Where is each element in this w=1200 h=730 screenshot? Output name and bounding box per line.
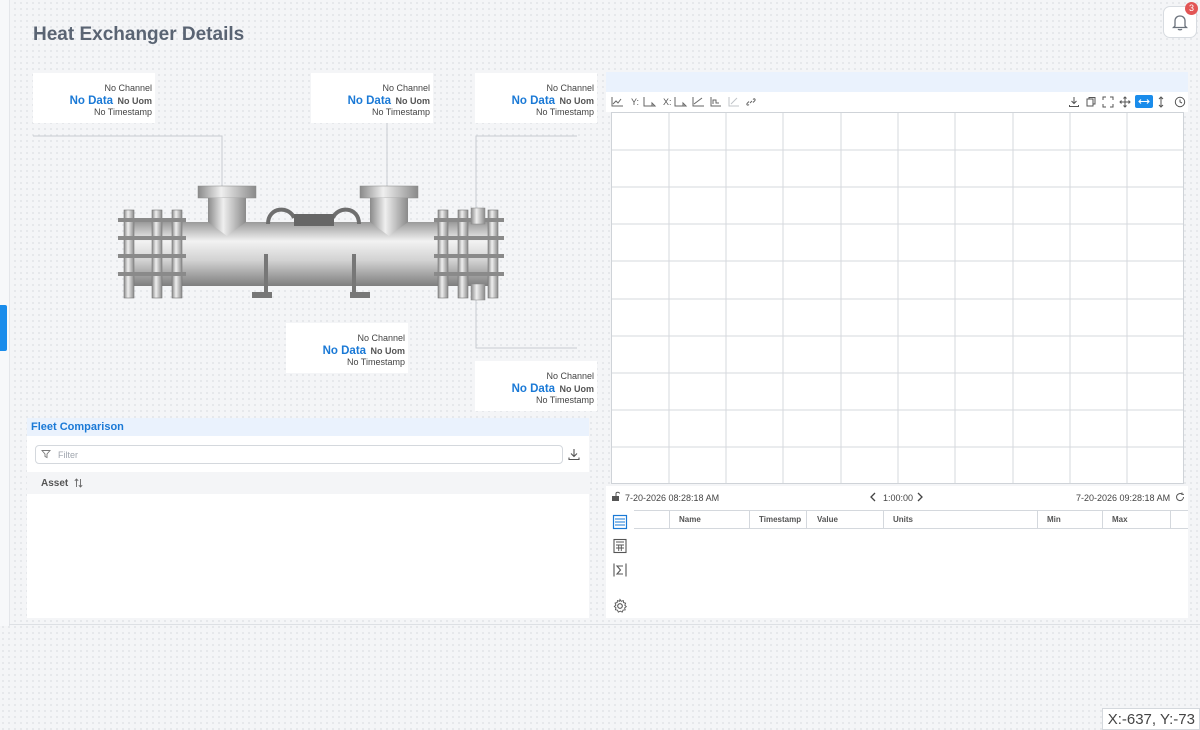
asset-column-label: Asset [41, 478, 69, 489]
sensor-callout[interactable]: No Channel No Data No Uom No Timestamp [311, 73, 433, 123]
fleet-comparison-title: Fleet Comparison [31, 421, 124, 433]
expand-line-icon[interactable] [728, 96, 740, 108]
interval-label[interactable]: 1:00:00 [883, 493, 913, 503]
column-header-units[interactable]: Units [893, 515, 913, 524]
uom-label: No Uom [559, 384, 595, 394]
timestamp-label: No Timestamp [93, 107, 152, 117]
channel-table-header: Name Timestamp Value Units Min Max [634, 510, 1188, 529]
step-chart-icon[interactable] [710, 96, 722, 108]
horizontal-arrows-icon [1138, 99, 1150, 104]
asset-column-header [27, 472, 589, 494]
uom-label: No Uom [559, 96, 595, 106]
sensor-callout[interactable]: No Channel No Data No Uom No Timestamp [286, 323, 408, 373]
end-time-label[interactable]: 7-20-2026 09:28:18 AM [1076, 493, 1170, 503]
bell-icon [1172, 15, 1188, 31]
channel-label: No Channel [357, 333, 405, 343]
timestamp-label: No Timestamp [535, 107, 594, 117]
channel-label: No Channel [546, 371, 594, 381]
sensor-callout[interactable]: No Channel No Data No Uom No Timestamp [33, 73, 155, 123]
uom-label: No Uom [117, 96, 153, 106]
pan-icon[interactable] [1119, 96, 1131, 108]
zoom-x-button[interactable] [1135, 95, 1153, 108]
chart-header [606, 72, 1188, 92]
sort-icon[interactable] [74, 478, 83, 488]
timestamp-label: No Timestamp [346, 357, 405, 367]
clock-icon[interactable] [1174, 96, 1186, 108]
vertical-arrows-icon[interactable] [1157, 96, 1165, 108]
download-icon[interactable] [568, 448, 580, 461]
column-header-max[interactable]: Max [1112, 515, 1128, 524]
sensor-callout[interactable]: No Channel No Data No Uom No Timestamp [475, 361, 597, 411]
filter-placeholder: Filter [58, 450, 78, 460]
link-icon[interactable] [745, 96, 757, 108]
value-label: No Data [347, 95, 392, 107]
column-header-value[interactable]: Value [817, 515, 838, 524]
y-axis-scale-icon[interactable] [643, 96, 657, 108]
chevron-right-icon[interactable] [916, 492, 924, 502]
trend-chart-plot[interactable] [611, 112, 1184, 484]
timestamp-label: No Timestamp [535, 395, 594, 405]
x-axis-scale-icon[interactable] [674, 96, 688, 108]
fleet-filter-input[interactable] [35, 445, 563, 464]
start-time-label[interactable]: 7-20-2026 08:28:18 AM [625, 493, 719, 503]
copy-icon[interactable] [1085, 96, 1097, 108]
trend-line-icon[interactable] [692, 96, 706, 108]
unlock-icon[interactable] [611, 491, 621, 502]
refresh-icon[interactable] [1175, 492, 1185, 502]
channel-label: No Channel [104, 83, 152, 93]
y-axis-label: Y: [631, 97, 640, 107]
value-label: No Data [511, 95, 556, 107]
chart-type-icon[interactable] [611, 96, 625, 108]
calculator-icon[interactable] [612, 538, 628, 554]
timestamp-label: No Timestamp [371, 107, 430, 117]
download-icon[interactable] [1068, 96, 1080, 108]
chart-legend-icon[interactable] [612, 514, 628, 530]
value-label: No Data [511, 383, 556, 395]
column-header-timestamp[interactable]: Timestamp [759, 515, 801, 524]
chevron-left-icon[interactable] [869, 492, 877, 502]
uom-label: No Uom [395, 96, 431, 106]
column-header-name[interactable]: Name [679, 515, 701, 524]
x-axis-label: X: [663, 97, 672, 107]
fullscreen-icon[interactable] [1102, 96, 1114, 108]
channel-label: No Channel [382, 83, 430, 93]
column-header-min[interactable]: Min [1047, 515, 1061, 524]
divider [9, 624, 1200, 625]
cursor-coordinates: X:-637, Y:-73 [1102, 708, 1200, 730]
uom-label: No Uom [370, 346, 406, 356]
value-label: No Data [69, 95, 114, 107]
notification-count-badge: 3 [1185, 2, 1198, 15]
filter-icon [41, 450, 51, 459]
sensor-callout[interactable]: No Channel No Data No Uom No Timestamp [475, 73, 597, 123]
channel-label: No Channel [546, 83, 594, 93]
value-label: No Data [322, 345, 367, 357]
settings-gear-icon[interactable] [612, 598, 628, 614]
sum-icon[interactable] [612, 562, 628, 578]
